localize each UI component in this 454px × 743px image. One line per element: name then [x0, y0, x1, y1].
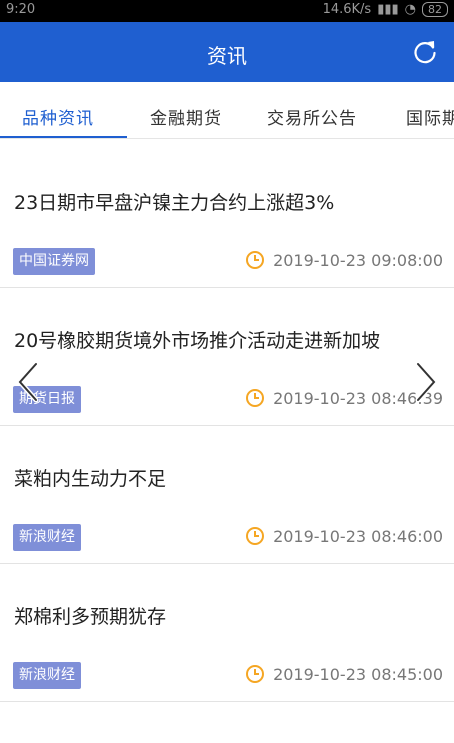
category-tabs: 品种资讯 金融期货 交易所公告 国际期	[0, 82, 454, 139]
clock-icon	[246, 665, 265, 683]
news-meta: 2019-10-23 08:45:00	[245, 664, 443, 684]
news-item[interactable]: 郑棉利多预期犹存 新浪财经 2019-10-23 08:45:00	[0, 564, 454, 702]
app-bar: 资讯	[0, 22, 454, 82]
clock-icon	[246, 251, 265, 269]
spacer	[0, 140, 454, 150]
tab-international[interactable]: 国际期	[406, 104, 454, 129]
news-item[interactable]: 20号橡胶期货境外市场推介活动走进新加坡 期货日报 2019-10-23 08:…	[0, 288, 454, 426]
tab-exchange-notices[interactable]: 交易所公告	[267, 104, 357, 129]
clock-icon	[246, 527, 265, 545]
network-speed: 14.6K/s	[322, 2, 372, 17]
news-time: 2019-10-23 09:08:00	[273, 250, 443, 270]
battery-icon: 82	[422, 2, 448, 17]
news-time: 2019-10-23 08:46:00	[273, 526, 443, 546]
news-headline: 郑棉利多预期犹存	[14, 606, 167, 628]
news-time: 2019-10-23 08:45:00	[273, 664, 443, 684]
page-title: 资讯	[207, 44, 247, 68]
news-headline: 20号橡胶期货境外市场推介活动走进新加坡	[14, 330, 381, 352]
status-time: 9:20	[6, 2, 36, 17]
tab-indicator	[0, 136, 127, 138]
status-bar: 9:20 14.6K/s ▮▮▮ ◔ 82	[0, 0, 454, 22]
source-badge: 中国证券网	[13, 248, 95, 275]
news-headline: 23日期市早盘沪镍主力合约上涨超3%	[14, 192, 335, 214]
signal-icon: ▮▮▮	[377, 2, 399, 17]
chevron-left-icon[interactable]	[12, 360, 44, 404]
news-item[interactable]: 23日期市早盘沪镍主力合约上涨超3% 中国证券网 2019-10-23 09:0…	[0, 150, 454, 288]
status-right: 14.6K/s ▮▮▮ ◔ 82	[323, 2, 448, 17]
news-meta: 2019-10-23 08:46:00	[245, 526, 443, 546]
wifi-icon: ◔	[404, 2, 416, 17]
tab-variety-news[interactable]: 品种资讯	[22, 104, 94, 129]
tab-financial-futures[interactable]: 金融期货	[150, 104, 222, 129]
news-meta: 2019-10-23 09:08:00	[245, 250, 443, 270]
news-list: 23日期市早盘沪镍主力合约上涨超3% 中国证券网 2019-10-23 09:0…	[0, 150, 454, 702]
source-badge: 新浪财经	[13, 662, 81, 689]
source-badge: 新浪财经	[13, 524, 81, 551]
news-item[interactable]: 菜粕内生动力不足 新浪财经 2019-10-23 08:46:00	[0, 426, 454, 564]
clock-icon	[246, 389, 265, 407]
refresh-icon[interactable]	[412, 39, 438, 65]
news-headline: 菜粕内生动力不足	[14, 468, 167, 490]
chevron-right-icon[interactable]	[410, 360, 442, 404]
